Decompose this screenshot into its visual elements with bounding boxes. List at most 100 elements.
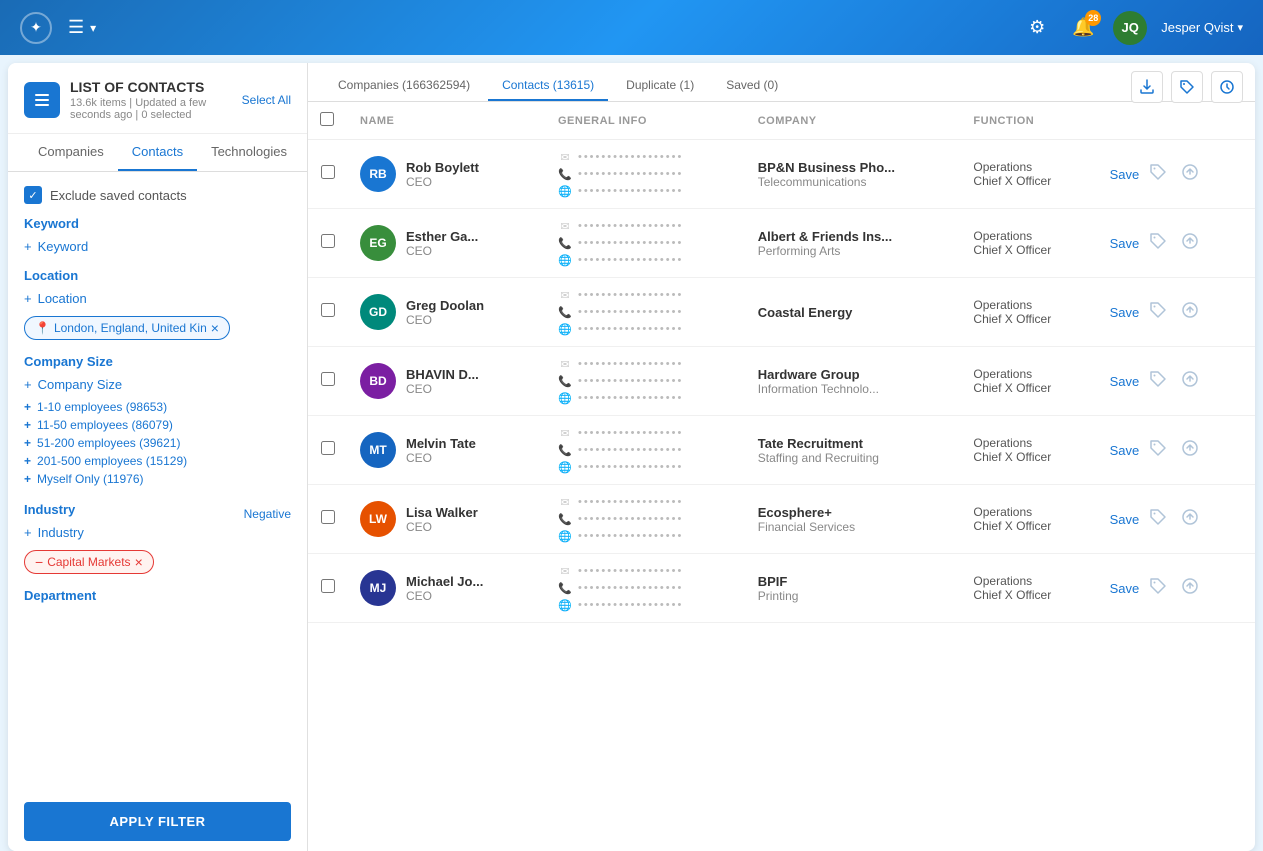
contact-name-container: GD Greg Doolan CEO	[360, 294, 534, 330]
web-line: 🌐 ••••••••••••••••••	[558, 460, 734, 474]
upload-contact-button[interactable]	[1177, 159, 1203, 190]
plus-icon: +	[24, 525, 32, 540]
tag-contact-button[interactable]	[1145, 504, 1171, 535]
tab-contacts[interactable]: Contacts	[118, 134, 197, 171]
history-button[interactable]	[1211, 71, 1243, 103]
tag-contact-button[interactable]	[1145, 435, 1171, 466]
save-contact-button[interactable]: Save	[1110, 512, 1140, 527]
table-row: GD Greg Doolan CEO ✉ •••••••••••••••••• …	[308, 278, 1255, 347]
phone-line: 📞 ••••••••••••••••••	[558, 305, 734, 319]
row-checkbox[interactable]	[321, 372, 335, 386]
sub-tab-contacts[interactable]: Contacts (13615)	[488, 71, 608, 101]
settings-button[interactable]: ⚙	[1021, 12, 1053, 44]
tag-contact-button[interactable]	[1145, 366, 1171, 397]
save-contact-button[interactable]: Save	[1110, 305, 1140, 320]
tab-companies[interactable]: Companies	[24, 134, 118, 171]
general-info-cell: ✉ •••••••••••••••••• 📞 •••••••••••••••••…	[546, 554, 746, 623]
upload-contact-button[interactable]	[1177, 228, 1203, 259]
main-tabs: Companies Contacts Technologies	[8, 134, 307, 172]
upload-contact-button[interactable]	[1177, 504, 1203, 535]
contact-title: CEO	[406, 244, 478, 258]
upload-contact-button[interactable]	[1177, 297, 1203, 328]
row-checkbox-cell	[308, 416, 348, 485]
add-industry-button[interactable]: + Industry	[24, 525, 291, 540]
row-checkbox[interactable]	[321, 441, 335, 455]
row-checkbox[interactable]	[321, 234, 335, 248]
web-icon: 🌐	[558, 322, 572, 336]
remove-location-button[interactable]: ×	[211, 320, 219, 336]
row-actions-cell: Save	[1098, 278, 1255, 347]
tab-technologies[interactable]: Technologies	[197, 134, 301, 171]
email-line: ✉ ••••••••••••••••••	[558, 426, 734, 440]
phone-icon: 📞	[558, 305, 572, 319]
export-button[interactable]	[1131, 71, 1163, 103]
user-name-button[interactable]: Jesper Qvist ▾	[1161, 20, 1243, 35]
web-masked: ••••••••••••••••••	[578, 392, 683, 404]
size-option-201-500[interactable]: 201-500 employees (15129)	[24, 452, 291, 470]
tag-button[interactable]	[1171, 71, 1203, 103]
add-company-size-button[interactable]: + Company Size	[24, 377, 291, 392]
tag-contact-button[interactable]	[1145, 159, 1171, 190]
company-industry: Staffing and Recruiting	[758, 451, 950, 465]
sub-tab-duplicate[interactable]: Duplicate (1)	[612, 71, 708, 101]
upload-contact-button[interactable]	[1177, 366, 1203, 397]
select-all-checkbox[interactable]	[320, 112, 334, 126]
add-location-button[interactable]: + Location	[24, 291, 291, 306]
table-header-row: NAME GENERAL INFO COMPANY FUNCTION	[308, 102, 1255, 140]
upload-contact-button[interactable]	[1177, 435, 1203, 466]
nav-right: ⚙ 🔔 28 JQ Jesper Qvist ▾	[1021, 11, 1243, 45]
company-cell: Coastal Energy	[746, 278, 962, 347]
remove-industry-button[interactable]: ×	[135, 554, 143, 570]
upload-contact-button[interactable]	[1177, 573, 1203, 604]
sub-tab-saved[interactable]: Saved (0)	[712, 71, 792, 101]
function-line-2: Chief X Officer	[973, 174, 1085, 188]
web-line: 🌐 ••••••••••••••••••	[558, 253, 734, 267]
phone-line: 📞 ••••••••••••••••••	[558, 581, 734, 595]
sub-tab-companies[interactable]: Companies (166362594)	[324, 71, 484, 101]
size-option-51-200[interactable]: 51-200 employees (39621)	[24, 434, 291, 452]
industry-filter-group: Industry Negative + Industry − Capital M…	[24, 502, 291, 574]
phone-line: 📞 ••••••••••••••••••	[558, 512, 734, 526]
add-keyword-button[interactable]: + Keyword	[24, 239, 291, 254]
tag-contact-button[interactable]	[1145, 573, 1171, 604]
save-contact-button[interactable]: Save	[1110, 374, 1140, 389]
tag-contact-button[interactable]	[1145, 228, 1171, 259]
web-masked: ••••••••••••••••••	[578, 185, 683, 197]
general-info-cell: ✉ •••••••••••••••••• 📞 •••••••••••••••••…	[546, 140, 746, 209]
contact-title: CEO	[406, 382, 479, 396]
notifications-button[interactable]: 🔔 28	[1067, 12, 1099, 44]
row-checkbox-cell	[308, 140, 348, 209]
company-cell: Albert & Friends Ins... Performing Arts	[746, 209, 962, 278]
tag-contact-button[interactable]	[1145, 297, 1171, 328]
exclude-checkbox[interactable]: ✓	[24, 186, 42, 204]
size-option-1-10[interactable]: 1-10 employees (98653)	[24, 398, 291, 416]
function-line-1: Operations	[973, 298, 1085, 312]
function-line-2: Chief X Officer	[973, 381, 1085, 395]
contact-avatar: MJ	[360, 570, 396, 606]
function-line-1: Operations	[973, 367, 1085, 381]
size-option-11-50[interactable]: 11-50 employees (86079)	[24, 416, 291, 434]
row-checkbox[interactable]	[321, 303, 335, 317]
negative-button[interactable]: Negative	[244, 507, 291, 521]
row-checkbox-cell	[308, 278, 348, 347]
save-contact-button[interactable]: Save	[1110, 167, 1140, 182]
save-contact-button[interactable]: Save	[1110, 443, 1140, 458]
function-line-2: Chief X Officer	[973, 243, 1085, 257]
row-checkbox[interactable]	[321, 165, 335, 179]
row-checkbox[interactable]	[321, 510, 335, 524]
select-all-button[interactable]: Select All	[242, 93, 291, 107]
contact-name: Rob Boylett	[406, 160, 479, 175]
save-contact-button[interactable]: Save	[1110, 236, 1140, 251]
save-contact-button[interactable]: Save	[1110, 581, 1140, 596]
user-avatar[interactable]: JQ	[1113, 11, 1147, 45]
phone-masked: ••••••••••••••••••	[578, 582, 683, 594]
web-masked: ••••••••••••••••••	[578, 599, 683, 611]
row-checkbox[interactable]	[321, 579, 335, 593]
size-option-myself[interactable]: Myself Only (11976)	[24, 470, 291, 488]
notification-badge: 28	[1085, 10, 1101, 26]
contact-name-text-group: Melvin Tate CEO	[406, 436, 476, 465]
company-size-filter-group: Company Size + Company Size 1-10 employe…	[24, 354, 291, 488]
nav-menu-button[interactable]: ☰ ▾	[68, 17, 96, 38]
email-masked: ••••••••••••••••••	[578, 151, 683, 163]
apply-filter-button[interactable]: APPLY FILTER	[24, 802, 291, 841]
